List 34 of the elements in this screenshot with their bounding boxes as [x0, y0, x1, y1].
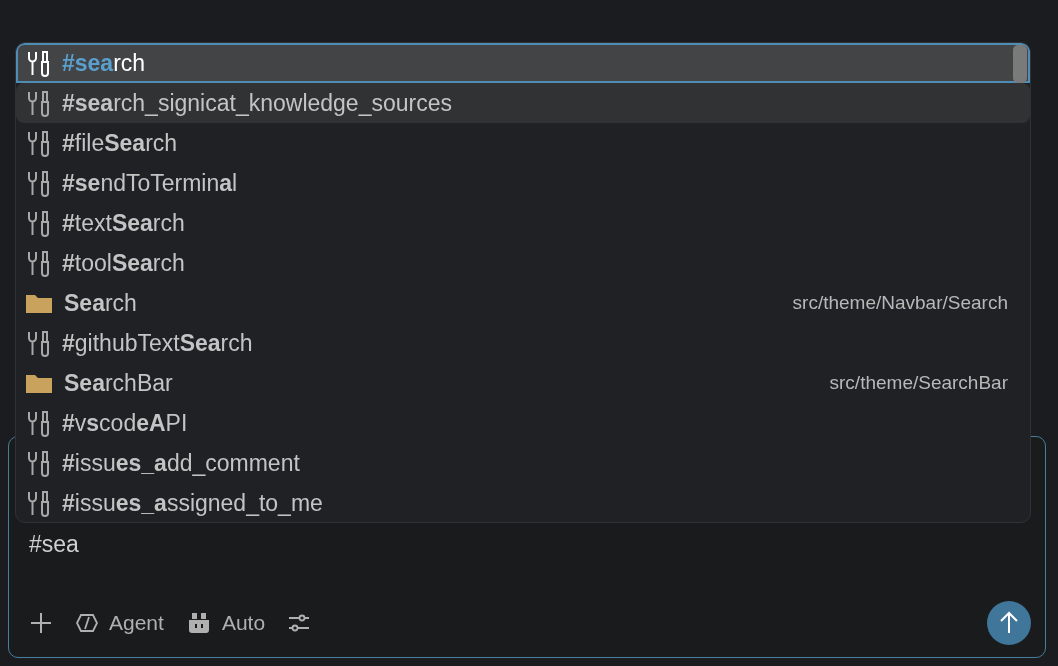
suggestion-path: src/theme/Navbar/Search: [792, 292, 1008, 314]
suggestion-item[interactable]: #issues_add_comment: [16, 443, 1030, 483]
mode-button[interactable]: Agent: [75, 611, 164, 635]
suggestion-label: #vscodeAPI: [62, 409, 188, 437]
suggestion-label: #githubTextSearch: [62, 329, 253, 357]
suggestion-item[interactable]: #textSearch: [16, 203, 1030, 243]
code-icon: [75, 612, 99, 634]
send-button[interactable]: [987, 601, 1031, 645]
input-field[interactable]: #sea: [29, 527, 1031, 601]
suggestion-label: #sendToTerminal: [62, 169, 238, 197]
suggestion-item[interactable]: #search: [16, 43, 1030, 83]
suggestion-item[interactable]: #githubTextSearch: [16, 323, 1030, 363]
suggestion-label: #search_signicat_knowledge_sources: [62, 89, 452, 117]
suggestion-label: #search: [62, 49, 146, 77]
suggestion-item[interactable]: #search_signicat_knowledge_sources: [16, 83, 1030, 123]
suggestion-item[interactable]: Search src/theme/Navbar/Search: [16, 283, 1030, 323]
suggestion-label: #issues_add_comment: [62, 449, 300, 477]
suggestion-label: #fileSearch: [62, 129, 178, 157]
model-button[interactable]: Auto: [185, 611, 266, 635]
suggestion-item[interactable]: SearchBar src/theme/SearchBar: [16, 363, 1030, 403]
suggestion-label: #textSearch: [62, 209, 185, 237]
plus-icon[interactable]: [29, 611, 53, 635]
suggestion-label: #toolSearch: [62, 249, 185, 277]
suggestion-label: #issues_assigned_to_me: [62, 489, 323, 517]
suggestion-item[interactable]: #toolSearch: [16, 243, 1030, 283]
arrow-up-icon: [998, 611, 1020, 635]
suggestion-label: SearchBar: [64, 369, 173, 397]
suggestion-item[interactable]: #fileSearch: [16, 123, 1030, 163]
suggestion-path: src/theme/SearchBar: [829, 372, 1008, 394]
scrollbar-thumb[interactable]: [1013, 45, 1027, 83]
suggestion-label: Search: [64, 289, 137, 317]
suggestion-item[interactable]: #sendToTerminal: [16, 163, 1030, 203]
suggestion-item[interactable]: #issues_assigned_to_me: [16, 483, 1030, 522]
sliders-icon[interactable]: [287, 612, 312, 634]
